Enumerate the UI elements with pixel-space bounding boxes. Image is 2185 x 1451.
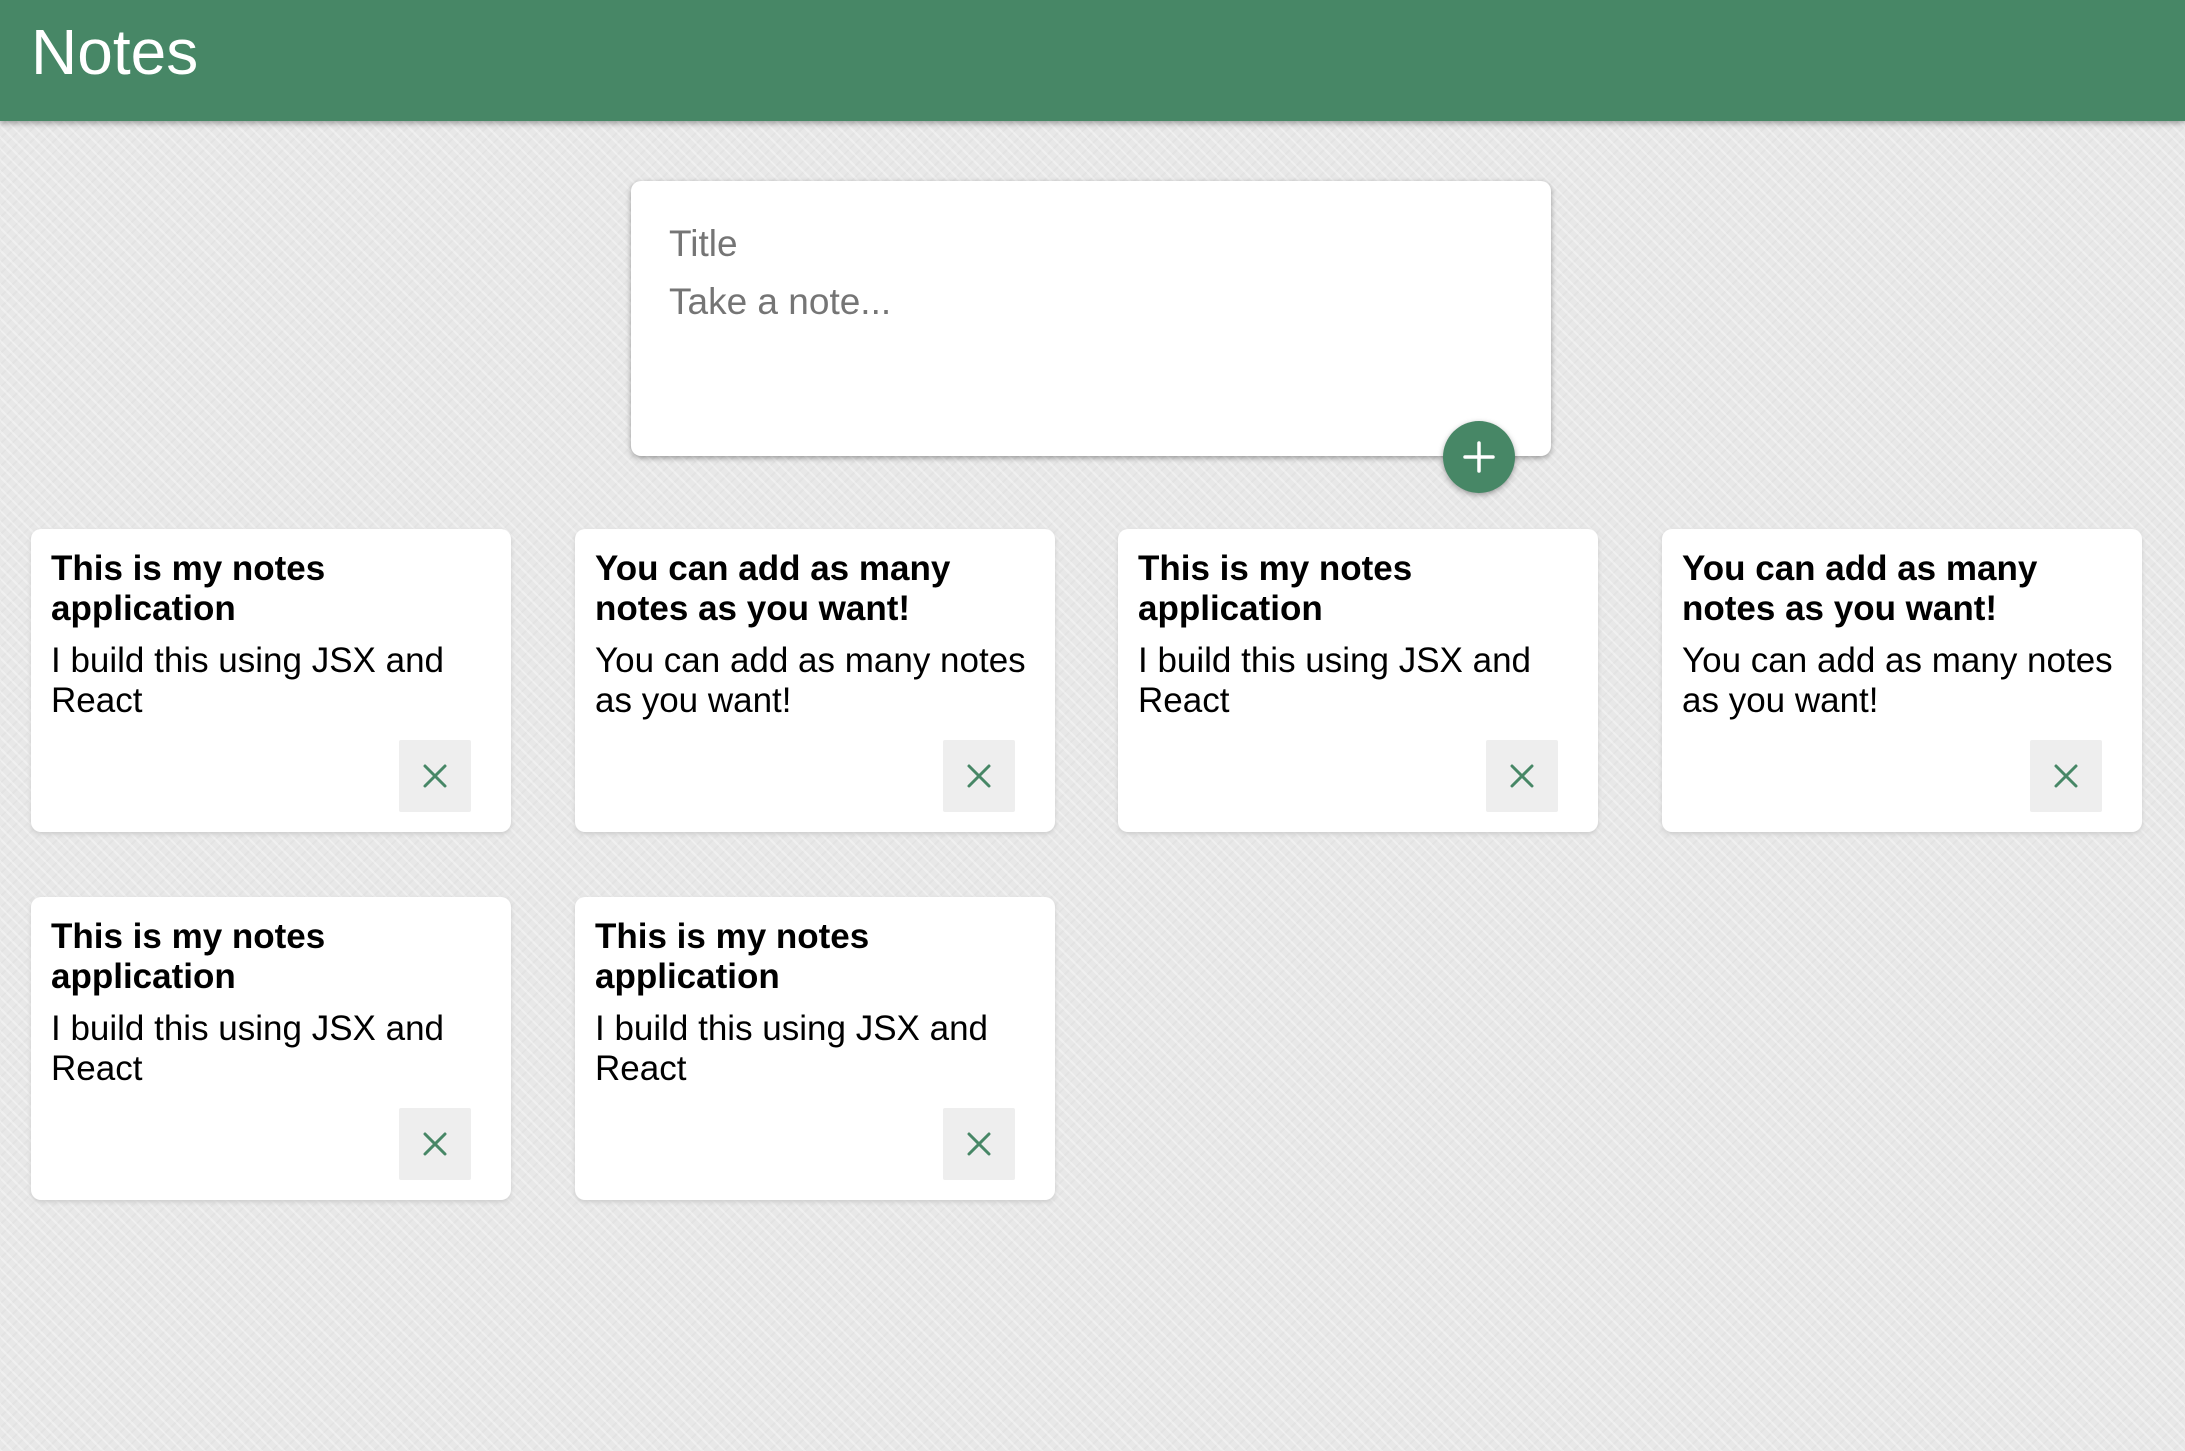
delete-note-button[interactable] — [1486, 740, 1558, 812]
add-note-button[interactable] — [1443, 421, 1515, 493]
note-card: This is my notes application I build thi… — [31, 529, 511, 832]
note-content: I build this using JSX and React — [1138, 641, 1532, 720]
note-card: You can add as many notes as you want! Y… — [575, 529, 1055, 832]
note-card: This is my notes application I build thi… — [31, 897, 511, 1200]
note-card: This is my notes application I build thi… — [1118, 529, 1598, 832]
note-title: This is my notes application — [51, 917, 326, 996]
note-card: You can add as many notes as you want! Y… — [1662, 529, 2142, 832]
close-icon — [2054, 764, 2078, 788]
note-title: This is my notes application — [1138, 549, 1413, 628]
create-note-form — [631, 181, 1551, 456]
note-title: You can add as many notes as you want! — [595, 549, 951, 628]
close-icon — [967, 1132, 991, 1156]
note-title-input[interactable] — [669, 219, 1509, 269]
note-content: You can add as many notes as you want! — [1682, 641, 2113, 720]
close-icon — [423, 764, 447, 788]
delete-note-button[interactable] — [943, 740, 1015, 812]
delete-note-button[interactable] — [2030, 740, 2102, 812]
note-content: I build this using JSX and React — [595, 1009, 989, 1088]
app-header: Notes — [0, 0, 2185, 121]
note-content: You can add as many notes as you want! — [595, 641, 1026, 720]
app-title: Notes — [31, 16, 199, 88]
delete-note-button[interactable] — [399, 740, 471, 812]
note-content: I build this using JSX and React — [51, 1009, 445, 1088]
note-title: This is my notes application — [595, 917, 870, 996]
note-title: This is my notes application — [51, 549, 326, 628]
close-icon — [423, 1132, 447, 1156]
note-title: You can add as many notes as you want! — [1682, 549, 2038, 628]
note-content: I build this using JSX and React — [51, 641, 445, 720]
delete-note-button[interactable] — [399, 1108, 471, 1180]
close-icon — [967, 764, 991, 788]
add-icon — [1463, 441, 1495, 473]
note-content-input[interactable] — [669, 277, 1509, 397]
delete-note-button[interactable] — [943, 1108, 1015, 1180]
note-card: This is my notes application I build thi… — [575, 897, 1055, 1200]
close-icon — [1510, 764, 1534, 788]
